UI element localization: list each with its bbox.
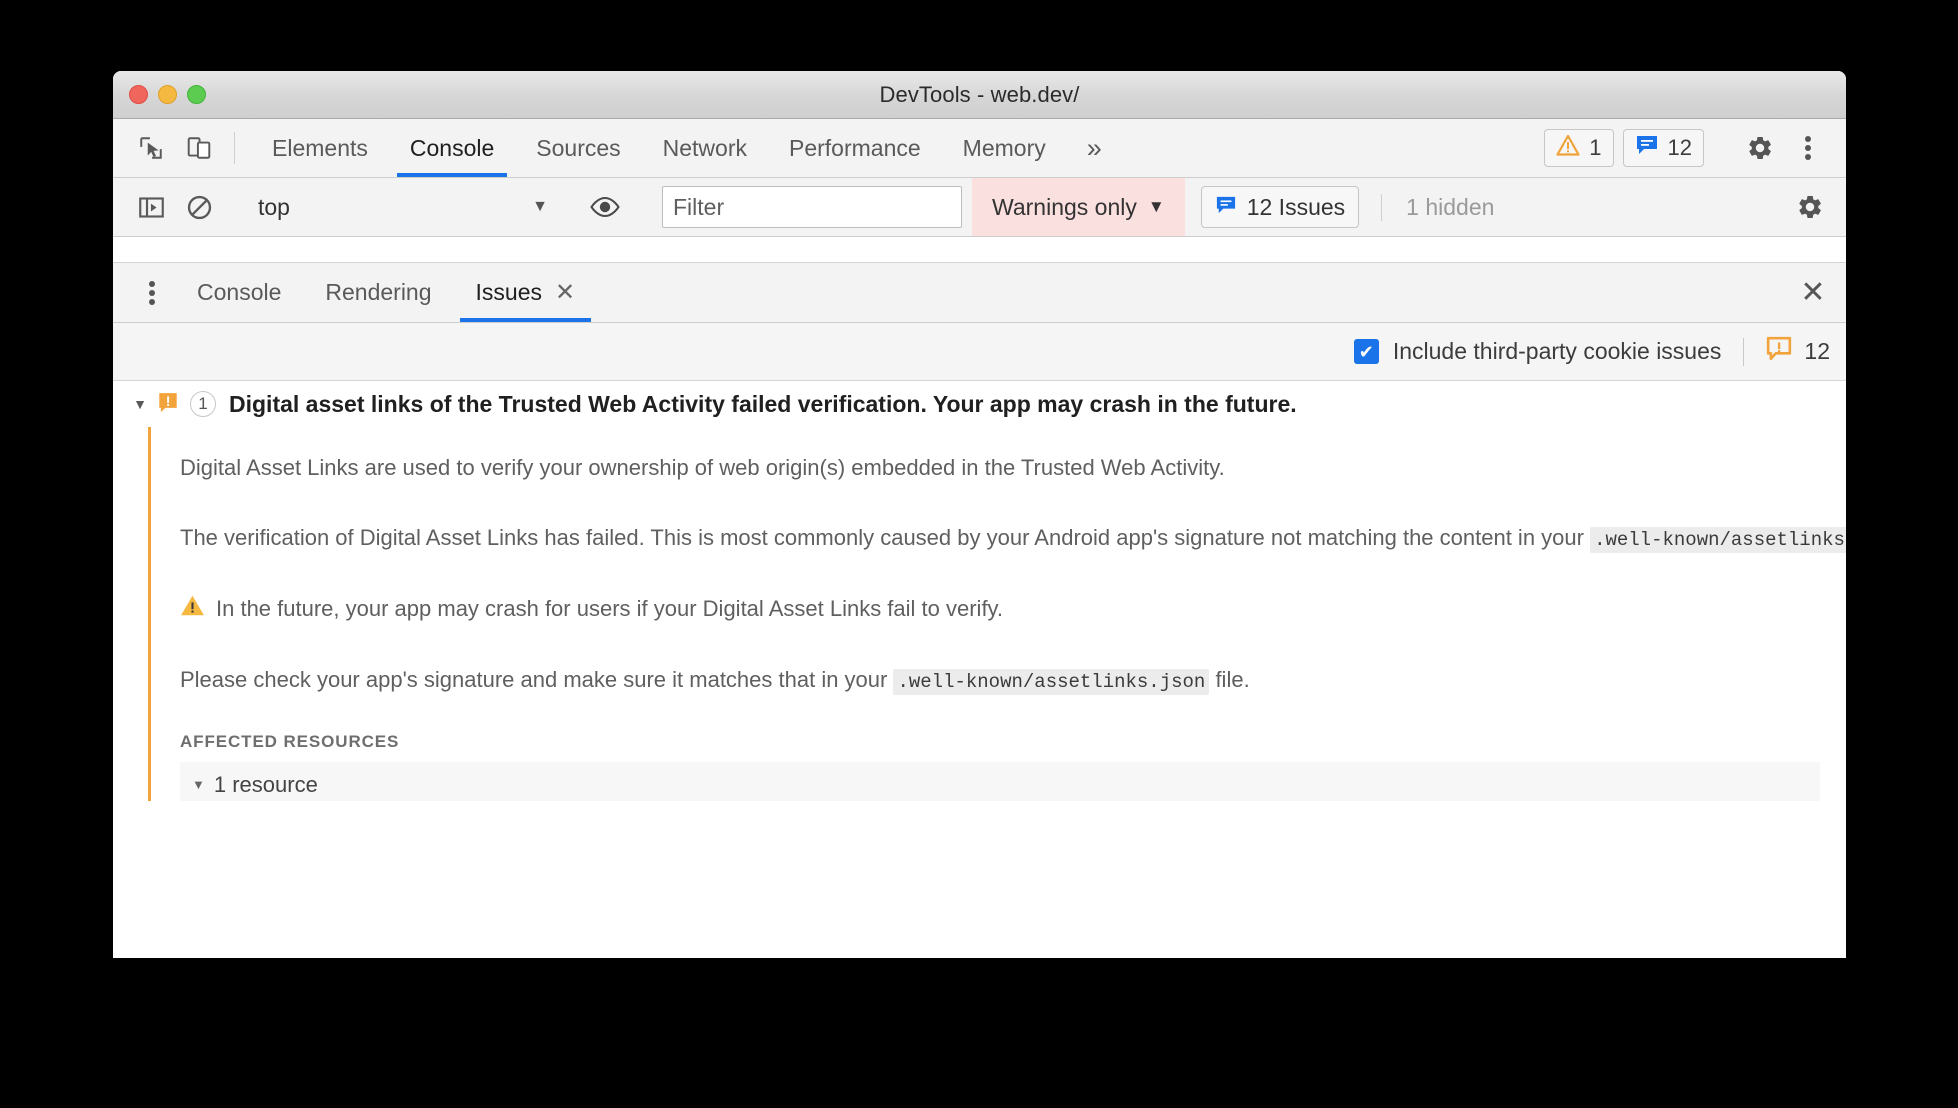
issues-counter-button[interactable]: 12 Issues (1200, 186, 1360, 228)
execution-context-select[interactable]: top ▼ (246, 188, 558, 226)
resource-count-toggle[interactable]: ▼ 1 resource (180, 762, 1820, 802)
log-level-value: Warnings only (992, 193, 1137, 220)
checkbox-checked-icon: ✔ (1353, 339, 1379, 364)
hidden-messages-count: 1 hidden (1381, 193, 1494, 221)
divider (1743, 337, 1745, 366)
clear-console-icon[interactable] (175, 194, 223, 221)
issue-title: Digital asset links of the Trusted Web A… (229, 390, 1297, 417)
filter-input[interactable] (662, 186, 962, 228)
execution-context-value: top (258, 193, 290, 220)
issue-closing-after: file. (1209, 666, 1250, 692)
close-window-button[interactable] (129, 85, 148, 104)
message-bubble-icon (1635, 134, 1659, 162)
issue-count-badge: 1 (190, 391, 216, 417)
gear-icon[interactable] (1786, 193, 1834, 221)
issues-total-number: 12 (1804, 338, 1830, 364)
issue-detail: Digital Asset Links are used to verify y… (148, 427, 1846, 801)
kebab-icon[interactable] (1784, 133, 1832, 163)
chevron-down-icon: ▼ (1147, 197, 1165, 216)
chevron-down-icon: ▼ (532, 198, 548, 215)
minimize-window-button[interactable] (158, 85, 177, 104)
warning-triangle-icon (1556, 134, 1580, 162)
tab-sources[interactable]: Sources (515, 119, 641, 177)
tab-network[interactable]: Network (642, 119, 768, 177)
affected-resources-label: AFFECTED RESOURCES (180, 731, 400, 751)
drawer-tabbar: Console Rendering Issues ✕ ✕ (113, 263, 1846, 323)
inspect-element-icon[interactable] (127, 119, 175, 177)
window-titlebar: DevTools - web.dev/ (113, 71, 1846, 119)
warning-count: 1 (1589, 135, 1602, 160)
gear-icon[interactable] (1736, 134, 1784, 162)
tab-performance[interactable]: Performance (768, 119, 942, 177)
issues-total-count: 12 (1766, 336, 1846, 368)
toolbar-divider (234, 132, 235, 164)
issue-closing-paragraph: Please check your app's signature and ma… (180, 645, 1846, 716)
assetlinks-path-code: .well-known/assetlinks.json (893, 668, 1210, 695)
chevron-down-icon: ▼ (192, 777, 205, 792)
issue-paragraph-2-text: The verification of Digital Asset Links … (180, 524, 1591, 550)
close-icon[interactable]: ✕ (555, 278, 575, 307)
close-drawer-button[interactable]: ✕ (1780, 263, 1846, 322)
issue-paragraph-2: The verification of Digital Asset Links … (180, 503, 1846, 574)
panel-tab-list: Elements Console Sources Network Perform… (251, 119, 1122, 177)
issues-list: ▼ 1 Digital asset links of the Trusted W… (113, 381, 1846, 801)
log-level-select[interactable]: Warnings only ▼ (972, 178, 1185, 236)
more-tabs-icon[interactable]: » (1067, 119, 1122, 177)
window-title: DevTools - web.dev/ (879, 81, 1080, 107)
issue-warning-icon (1766, 336, 1792, 368)
include-third-party-cookie-issues-checkbox[interactable]: ✔ Include third-party cookie issues (1353, 338, 1722, 365)
issue-warning-text: In the future, your app may crash for us… (216, 596, 1004, 622)
console-toolbar: top ▼ Warnings only ▼ 12 Issues (113, 178, 1846, 237)
traffic-light-buttons (129, 71, 206, 118)
message-count: 12 (1667, 135, 1692, 160)
console-message-area (113, 237, 1846, 263)
resource-count-label: 1 resource (213, 771, 318, 797)
drawer-tab-issues[interactable]: Issues ✕ (454, 263, 598, 322)
assetlinks-path-code: .well-known/assetlinks.json (1590, 526, 1846, 553)
drawer-tab-rendering[interactable]: Rendering (303, 263, 453, 322)
show-console-sidebar-icon[interactable] (127, 194, 175, 221)
issues-options-bar: ✔ Include third-party cookie issues 12 (113, 323, 1846, 381)
issue-header-row[interactable]: ▼ 1 Digital asset links of the Trusted W… (113, 381, 1846, 427)
affected-resources-block: ▼ 1 resource Package name Url Package si… (180, 761, 1820, 802)
warning-count-chip[interactable]: 1 (1544, 129, 1614, 167)
issues-counter-label: 12 Issues (1246, 193, 1346, 220)
issue-paragraph-1: Digital Asset Links are used to verify y… (180, 455, 1225, 480)
message-count-chip[interactable]: 12 (1622, 129, 1704, 167)
tab-memory[interactable]: Memory (942, 119, 1067, 177)
tab-console[interactable]: Console (389, 119, 515, 177)
issue-warning-icon (153, 392, 183, 416)
device-toolbar-icon[interactable] (175, 119, 223, 177)
warning-triangle-icon (180, 594, 205, 624)
drawer-tab-console[interactable]: Console (175, 263, 303, 322)
tab-elements[interactable]: Elements (251, 119, 389, 177)
live-expression-icon[interactable] (581, 196, 629, 218)
console-toolbar-right (1786, 193, 1846, 221)
kebab-icon[interactable] (129, 263, 175, 322)
devtools-window: DevTools - web.dev/ Elements Console Sou… (113, 71, 1846, 958)
issue-closing-before: Please check your app's signature and ma… (180, 666, 894, 692)
panel-tabbar: Elements Console Sources Network Perform… (113, 119, 1846, 178)
checkbox-label: Include third-party cookie issues (1392, 338, 1722, 364)
issue-warning-line: In the future, your app may crash for us… (180, 573, 1846, 645)
chevron-down-icon[interactable]: ▼ (127, 396, 153, 412)
message-bubble-icon (1215, 194, 1237, 221)
panel-tabbar-right: 1 12 (1544, 119, 1846, 177)
drawer-tab-label: Console (197, 279, 282, 305)
drawer-tab-label: Rendering (325, 279, 432, 305)
drawer-tab-label: Issues (475, 279, 543, 305)
zoom-window-button[interactable] (187, 85, 206, 104)
